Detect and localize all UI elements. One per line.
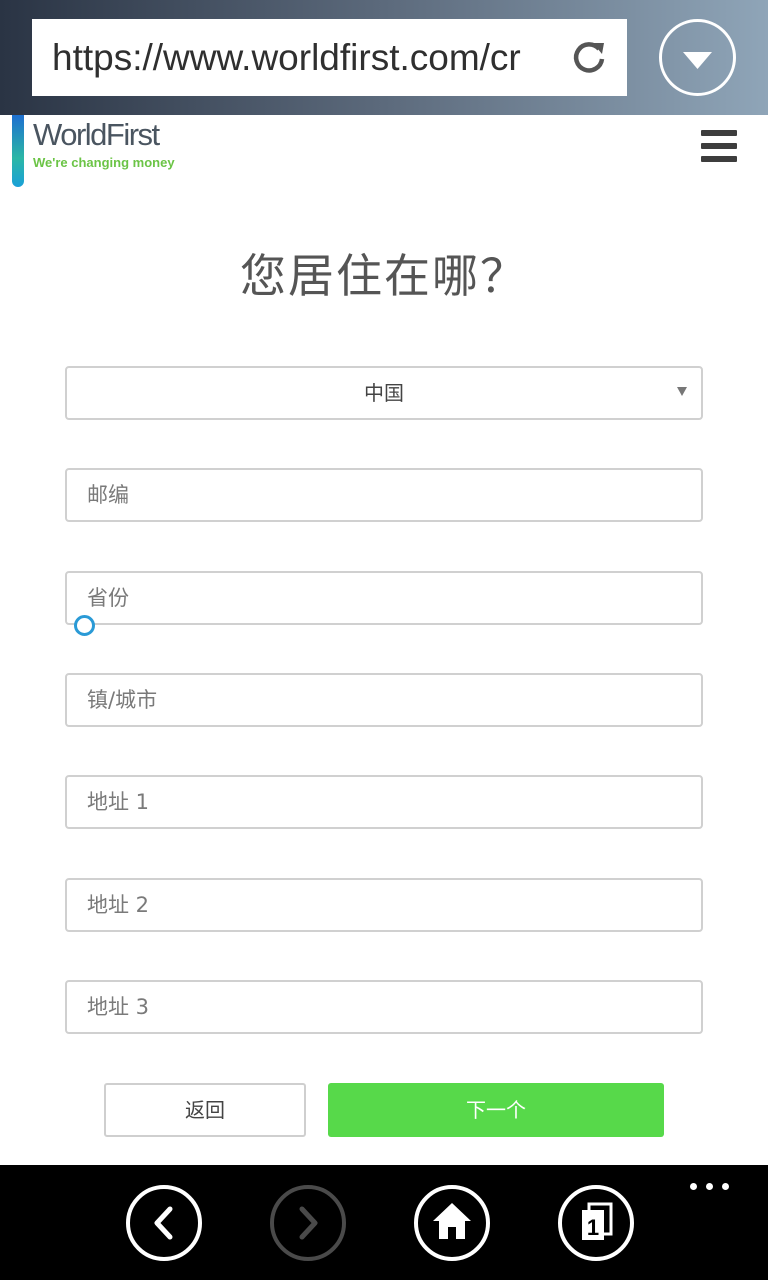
city-field[interactable]: 镇/城市 [65, 673, 703, 727]
url-text[interactable]: https://www.worldfirst.com/cr [52, 19, 562, 96]
address3-field[interactable]: 地址 3 [65, 980, 703, 1034]
province-placeholder: 省份 [87, 586, 129, 610]
worldfirst-logo[interactable]: WorldFirst We're changing money [11, 115, 211, 190]
refresh-icon[interactable] [569, 37, 609, 77]
province-field[interactable]: 省份 [65, 571, 703, 625]
back-button[interactable]: 返回 [104, 1083, 306, 1137]
postcode-field[interactable]: 邮编 [65, 468, 703, 522]
address1-placeholder: 地址 1 [87, 790, 150, 814]
country-select[interactable]: 中国 [65, 366, 703, 420]
browser-app-bar: 1 [0, 1165, 768, 1280]
address1-field[interactable]: 地址 1 [65, 775, 703, 829]
chevron-down-icon[interactable] [659, 19, 736, 96]
chevron-down-icon [677, 387, 687, 396]
address3-placeholder: 地址 3 [87, 995, 150, 1019]
hamburger-menu-icon[interactable] [701, 130, 737, 162]
page-title: 您居住在哪？ [240, 249, 528, 303]
forward-icon[interactable] [270, 1185, 346, 1261]
logo-tagline: We're changing money [33, 155, 175, 170]
postcode-placeholder: 邮编 [87, 483, 129, 507]
more-icon[interactable] [690, 1183, 732, 1193]
address2-placeholder: 地址 2 [87, 893, 150, 917]
tabs-icon[interactable]: 1 [558, 1185, 634, 1261]
logo-bar [12, 115, 24, 187]
back-icon[interactable] [126, 1185, 202, 1261]
home-icon[interactable] [414, 1185, 490, 1261]
logo-name: WorldFirst [33, 117, 160, 152]
text-cursor-handle[interactable] [74, 615, 95, 636]
city-placeholder: 镇/城市 [87, 688, 158, 712]
address2-field[interactable]: 地址 2 [65, 878, 703, 932]
browser-address-bar: https://www.worldfirst.com/cr [0, 0, 768, 115]
tabs-count: 1 [587, 1215, 599, 1240]
next-button[interactable]: 下一个 [328, 1083, 664, 1137]
url-field[interactable]: https://www.worldfirst.com/cr [32, 19, 627, 96]
country-selected-value: 中国 [364, 381, 404, 405]
